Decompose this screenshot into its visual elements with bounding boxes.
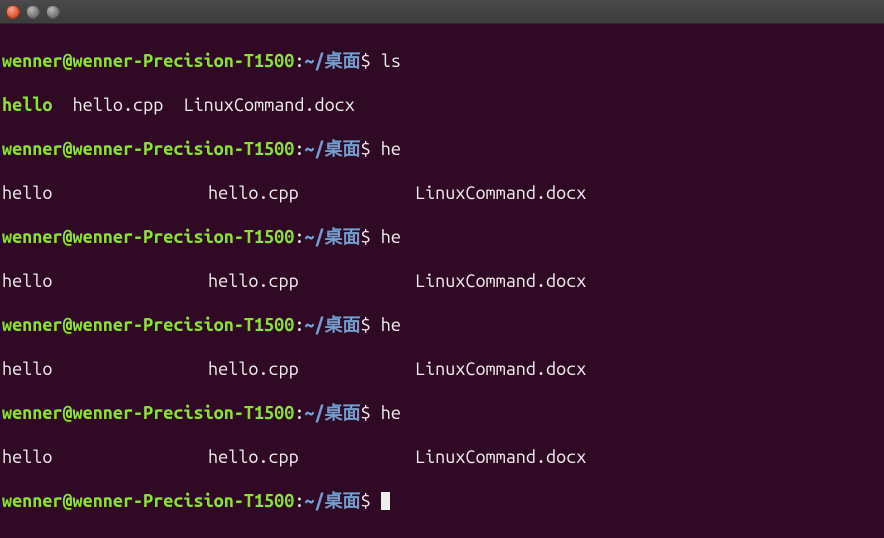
file: hello.cpp (208, 182, 415, 204)
minimize-icon[interactable] (26, 5, 40, 19)
prompt-line: wenner@wenner-Precision-T1500:~/桌面$ he (2, 226, 882, 248)
file: LinuxCommand.docx (415, 270, 586, 292)
file: hello.cpp (208, 446, 415, 468)
file: hello.cpp (73, 95, 164, 115)
command-text: he (381, 227, 401, 247)
completion-output-line: hellohello.cppLinuxCommand.docx (2, 358, 882, 380)
prompt-line: wenner@wenner-Precision-T1500:~/桌面$ he (2, 138, 882, 160)
file: LinuxCommand.docx (415, 446, 586, 468)
prompt-path: ~/桌面 (304, 491, 360, 511)
prompt-symbol: $ (361, 315, 371, 335)
prompt-line-current: wenner@wenner-Precision-T1500:~/桌面$ (2, 490, 882, 512)
prompt-line: wenner@wenner-Precision-T1500:~/桌面$ ls (2, 50, 882, 72)
prompt-user: wenner@wenner-Precision-T1500 (2, 139, 294, 159)
prompt-sep: : (294, 227, 304, 247)
prompt-sep: : (294, 51, 304, 71)
prompt-path: ~/桌面 (304, 315, 360, 335)
maximize-icon[interactable] (46, 5, 60, 19)
prompt-user: wenner@wenner-Precision-T1500 (2, 51, 294, 71)
file: hello (2, 446, 208, 468)
prompt-user: wenner@wenner-Precision-T1500 (2, 403, 294, 423)
prompt-path: ~/桌面 (304, 227, 360, 247)
prompt-symbol: $ (361, 491, 371, 511)
prompt-user: wenner@wenner-Precision-T1500 (2, 315, 294, 335)
prompt-user: wenner@wenner-Precision-T1500 (2, 491, 294, 511)
file: hello.cpp (208, 270, 415, 292)
prompt-path: ~/桌面 (304, 139, 360, 159)
file: hello (2, 270, 208, 292)
terminal-output[interactable]: wenner@wenner-Precision-T1500:~/桌面$ ls h… (0, 24, 884, 538)
file: LinuxCommand.docx (415, 182, 586, 204)
prompt-path: ~/桌面 (304, 51, 360, 71)
file: hello (2, 182, 208, 204)
completion-output-line: hellohello.cppLinuxCommand.docx (2, 446, 882, 468)
file: hello (2, 358, 208, 380)
prompt-symbol: $ (361, 139, 371, 159)
command-text: he (381, 403, 401, 423)
prompt-user: wenner@wenner-Precision-T1500 (2, 227, 294, 247)
prompt-symbol: $ (361, 51, 371, 71)
prompt-path: ~/桌面 (304, 403, 360, 423)
completion-output-line: hellohello.cppLinuxCommand.docx (2, 182, 882, 204)
file-executable: hello (2, 95, 52, 115)
close-icon[interactable] (6, 5, 20, 19)
command-text: ls (381, 51, 401, 71)
ls-output-line: hello hello.cpp LinuxCommand.docx (2, 94, 882, 116)
file: hello.cpp (208, 358, 415, 380)
command-text: he (381, 139, 401, 159)
prompt-sep: : (294, 139, 304, 159)
file: LinuxCommand.docx (183, 95, 354, 115)
prompt-line: wenner@wenner-Precision-T1500:~/桌面$ he (2, 314, 882, 336)
completion-output-line: hellohello.cppLinuxCommand.docx (2, 270, 882, 292)
file: LinuxCommand.docx (415, 358, 586, 380)
command-text: he (381, 315, 401, 335)
prompt-line: wenner@wenner-Precision-T1500:~/桌面$ he (2, 402, 882, 424)
cursor[interactable] (381, 492, 390, 510)
prompt-symbol: $ (361, 403, 371, 423)
prompt-sep: : (294, 403, 304, 423)
prompt-symbol: $ (361, 227, 371, 247)
window-titlebar (0, 0, 884, 24)
prompt-sep: : (294, 491, 304, 511)
prompt-sep: : (294, 315, 304, 335)
